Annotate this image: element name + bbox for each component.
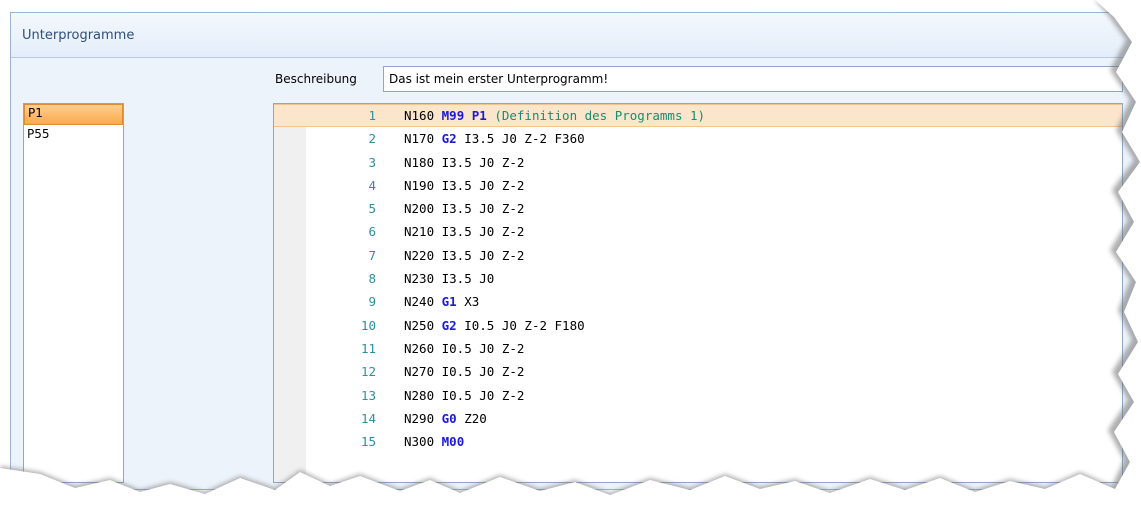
line-number: 2 — [368, 131, 376, 147]
code-token: I0.5 J0 Z-2 F180 — [456, 317, 585, 333]
line-number: 4 — [368, 177, 376, 193]
line-text: N170 G2 I3.5 J0 Z-2 F360 — [404, 127, 585, 150]
code-token: X3 — [456, 294, 480, 310]
program-item-p55[interactable]: P55 — [24, 125, 123, 144]
code-token: N200 I3.5 J0 Z-2 — [404, 201, 525, 217]
code-token: N170 — [404, 131, 442, 147]
code-token: N300 — [404, 434, 442, 450]
line-text: N270 I0.5 J0 Z-2 — [404, 360, 524, 383]
line-number: 3 — [368, 154, 376, 170]
code-token: N180 I3.5 J0 Z-2 — [404, 154, 525, 170]
line-text: N240 G1 X3 — [404, 290, 479, 313]
line-number: 5 — [368, 201, 376, 217]
line-text: N180 I3.5 J0 Z-2 — [404, 151, 524, 174]
code-token: N280 I0.5 J0 Z-2 — [404, 387, 525, 403]
line-text: N200 I3.5 J0 Z-2 — [404, 197, 524, 220]
gcode-keyword: G1 — [441, 294, 457, 310]
code-line[interactable]: 3 N180 I3.5 J0 Z-2 — [274, 151, 1122, 174]
line-number: 1 — [368, 108, 376, 123]
program-list[interactable]: P1 P55 — [23, 103, 124, 483]
code-token: N190 I3.5 J0 Z-2 — [404, 177, 525, 193]
gcode-keyword: G2 — [441, 317, 457, 333]
code-token: N220 I3.5 J0 Z-2 — [404, 247, 525, 263]
line-text: N220 I3.5 J0 Z-2 — [404, 244, 524, 267]
code-token: N210 I3.5 J0 Z-2 — [404, 224, 525, 240]
code-token: I3.5 J0 Z-2 F360 — [456, 131, 585, 147]
code-lines: 1 N160 M99 P1 (Definition des Programms 1… — [274, 104, 1122, 453]
code-token: Z20 — [456, 410, 487, 426]
gcode-keyword: M99 P1 — [441, 108, 487, 123]
line-number: 9 — [368, 294, 376, 310]
code-line[interactable]: 13 N280 I0.5 J0 Z-2 — [274, 384, 1122, 407]
code-editor[interactable]: 1 N160 M99 P1 (Definition des Programms 1… — [273, 103, 1123, 483]
line-number: 6 — [368, 224, 376, 240]
code-line[interactable]: 7 N220 I3.5 J0 Z-2 — [274, 244, 1122, 267]
code-line[interactable]: 1 N160 M99 P1 (Definition des Programms 1… — [274, 104, 1122, 128]
program-item-p1[interactable]: P1 — [24, 104, 123, 125]
code-line[interactable]: 4 N190 I3.5 J0 Z-2 — [274, 174, 1122, 197]
description-label: Beschreibung — [275, 72, 357, 86]
code-token: N250 — [404, 317, 442, 333]
line-text: N230 I3.5 J0 — [404, 267, 494, 290]
line-number: 10 — [360, 317, 376, 333]
code-token: N230 I3.5 J0 — [404, 271, 495, 287]
gcode-keyword: M00 — [441, 434, 465, 450]
line-text: N300 M00 — [404, 430, 464, 453]
code-token: N260 I0.5 J0 Z-2 — [404, 340, 525, 356]
gcode-keyword: G2 — [441, 131, 457, 147]
code-token: N160 — [404, 108, 442, 123]
line-text: N250 G2 I0.5 J0 Z-2 F180 — [404, 314, 585, 337]
line-number: 11 — [360, 340, 376, 356]
line-text: N160 M99 P1 (Definition des Programms 1) — [404, 105, 705, 126]
code-line[interactable]: 11 N260 I0.5 J0 Z-2 — [274, 337, 1122, 360]
code-line[interactable]: 8 N230 I3.5 J0 — [274, 267, 1122, 290]
line-number: 8 — [368, 271, 376, 287]
line-number: 7 — [368, 247, 376, 263]
code-token: N290 — [404, 410, 442, 426]
code-line[interactable]: 10 N250 G2 I0.5 J0 Z-2 F180 — [274, 314, 1122, 337]
line-number: 13 — [360, 387, 376, 403]
code-line[interactable]: 15 N300 M00 — [274, 430, 1122, 453]
code-line[interactable]: 9 N240 G1 X3 — [274, 290, 1122, 313]
code-comment: (Definition des Programms 1) — [486, 108, 706, 123]
line-text: N210 I3.5 J0 Z-2 — [404, 220, 524, 243]
code-line[interactable]: 14 N290 G0 Z20 — [274, 407, 1122, 430]
line-text: N290 G0 Z20 — [404, 407, 487, 430]
line-text: N280 I0.5 J0 Z-2 — [404, 384, 524, 407]
code-line[interactable]: 6 N210 I3.5 J0 Z-2 — [274, 220, 1122, 243]
code-line[interactable]: 5 N200 I3.5 J0 Z-2 — [274, 197, 1122, 220]
line-text: N190 I3.5 J0 Z-2 — [404, 174, 524, 197]
panel-header: Unterprogramme — [11, 13, 1140, 58]
line-number: 12 — [360, 364, 376, 380]
line-text: N260 I0.5 J0 Z-2 — [404, 337, 524, 360]
code-token: N270 I0.5 J0 Z-2 — [404, 364, 525, 380]
panel-title: Unterprogramme — [22, 27, 135, 43]
description-input[interactable] — [383, 66, 1123, 92]
line-number: 15 — [360, 434, 376, 450]
code-line[interactable]: 2 N170 G2 I3.5 J0 Z-2 F360 — [274, 127, 1122, 150]
gcode-keyword: G0 — [441, 410, 457, 426]
code-line[interactable]: 12 N270 I0.5 J0 Z-2 — [274, 360, 1122, 383]
code-token: N240 — [404, 294, 442, 310]
line-number: 14 — [360, 410, 376, 426]
